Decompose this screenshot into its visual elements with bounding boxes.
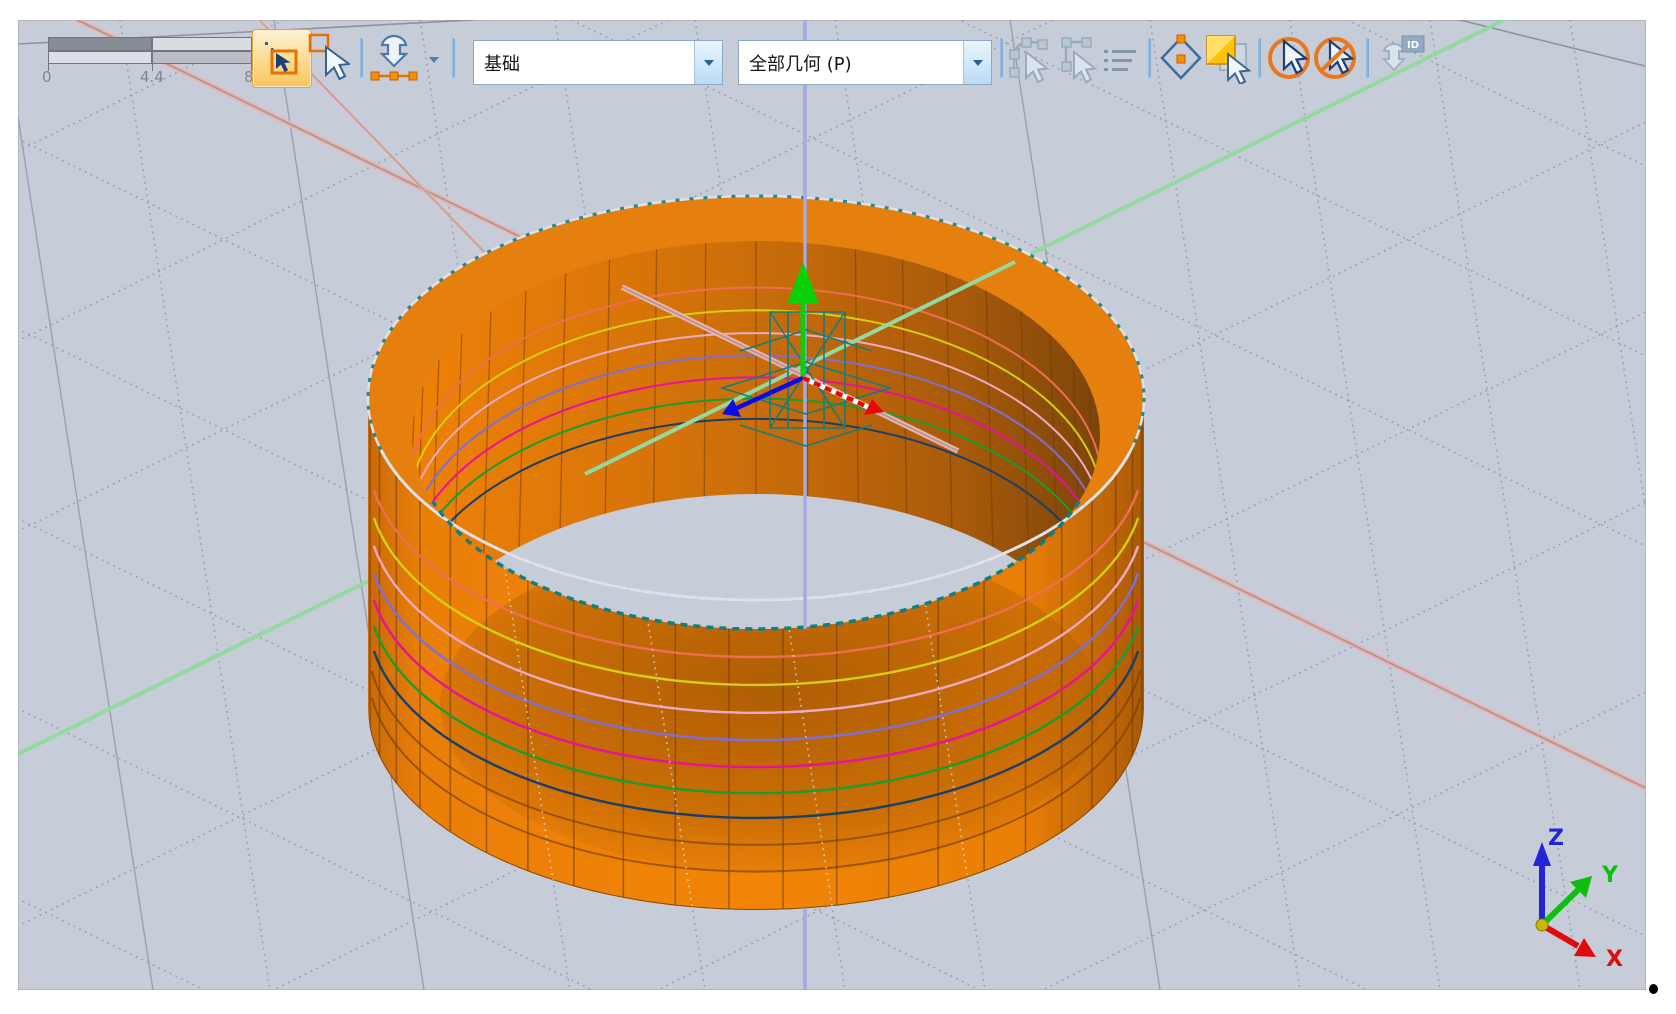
selection-filter-button[interactable]	[1204, 34, 1252, 84]
viewport-clip-group: Z Y X	[0, 0, 1676, 1014]
edit-edges-icon	[1054, 36, 1098, 84]
snap-dropdown-button[interactable]	[424, 50, 444, 70]
layer-combobox[interactable]: 基础	[473, 40, 723, 85]
snap-node-icon	[368, 32, 420, 86]
scale-ruler-label: 0	[42, 68, 52, 86]
triad-y-label: Y	[1601, 863, 1619, 888]
select-cursor-icon	[1266, 33, 1312, 83]
snap-node-button[interactable]	[368, 32, 420, 86]
zoom-selection-button[interactable]	[252, 29, 312, 88]
new-selection-icon	[306, 33, 350, 83]
select-by-id-icon: ID	[1378, 34, 1430, 86]
scale-ruler-label: 4.4	[140, 68, 164, 86]
zoom-selection-active-icon	[262, 39, 302, 79]
selection-list-button[interactable]	[1102, 46, 1138, 78]
layer-combobox-value: 基础	[474, 50, 694, 76]
edit-edges-button[interactable]	[1054, 36, 1098, 84]
triad-x-label: X	[1606, 947, 1623, 972]
edit-vertices-button[interactable]	[1008, 36, 1052, 84]
chevron-down-icon	[704, 60, 714, 66]
edit-vertices-icon	[1008, 36, 1052, 84]
chevron-down-icon	[973, 60, 983, 66]
geometry-filter-combobox[interactable]: 全部几何 (P)	[738, 40, 992, 85]
geometry-filter-combobox-value: 全部几何 (P)	[739, 50, 963, 76]
select-mode-button[interactable]	[1266, 33, 1312, 83]
scale-ruler-segment	[152, 51, 252, 64]
toolbar-separator	[452, 38, 455, 78]
selection-list-icon	[1102, 46, 1138, 78]
layer-combobox-dropdown-button[interactable]	[694, 41, 722, 84]
toolbar-separator	[1366, 38, 1369, 78]
scale-ruler-segment	[48, 37, 152, 51]
id-badge-label: ID	[1407, 40, 1419, 51]
application-window: Z Y X 0 4.4 8.9	[0, 0, 1676, 1014]
snap-settings-button[interactable]	[1158, 34, 1204, 84]
toolbar-separator	[1148, 38, 1151, 78]
triad-origin	[1536, 919, 1548, 931]
selection-filter-icon	[1204, 34, 1252, 84]
toolbar-separator	[1258, 38, 1261, 78]
deselect-mode-button[interactable]	[1312, 33, 1358, 83]
toolbar-separator	[360, 38, 363, 78]
snap-settings-icon	[1158, 34, 1204, 84]
triad-z-label: Z	[1548, 826, 1564, 851]
snap-dropdown-arrow-icon	[429, 57, 439, 63]
viewport-3d[interactable]: Z Y X	[0, 0, 1676, 1014]
select-by-id-button[interactable]: ID	[1378, 34, 1430, 86]
geometry-filter-dropdown-button[interactable]	[963, 41, 991, 84]
deselect-cursor-icon	[1312, 33, 1358, 83]
scale-ruler-segment	[48, 51, 152, 64]
scale-ruler: 0 4.4 8.9	[46, 36, 254, 88]
scale-ruler-segment	[152, 37, 252, 51]
toolbar-separator	[1000, 38, 1003, 78]
new-selection-button[interactable]	[306, 33, 350, 83]
stray-dot	[1649, 984, 1658, 994]
